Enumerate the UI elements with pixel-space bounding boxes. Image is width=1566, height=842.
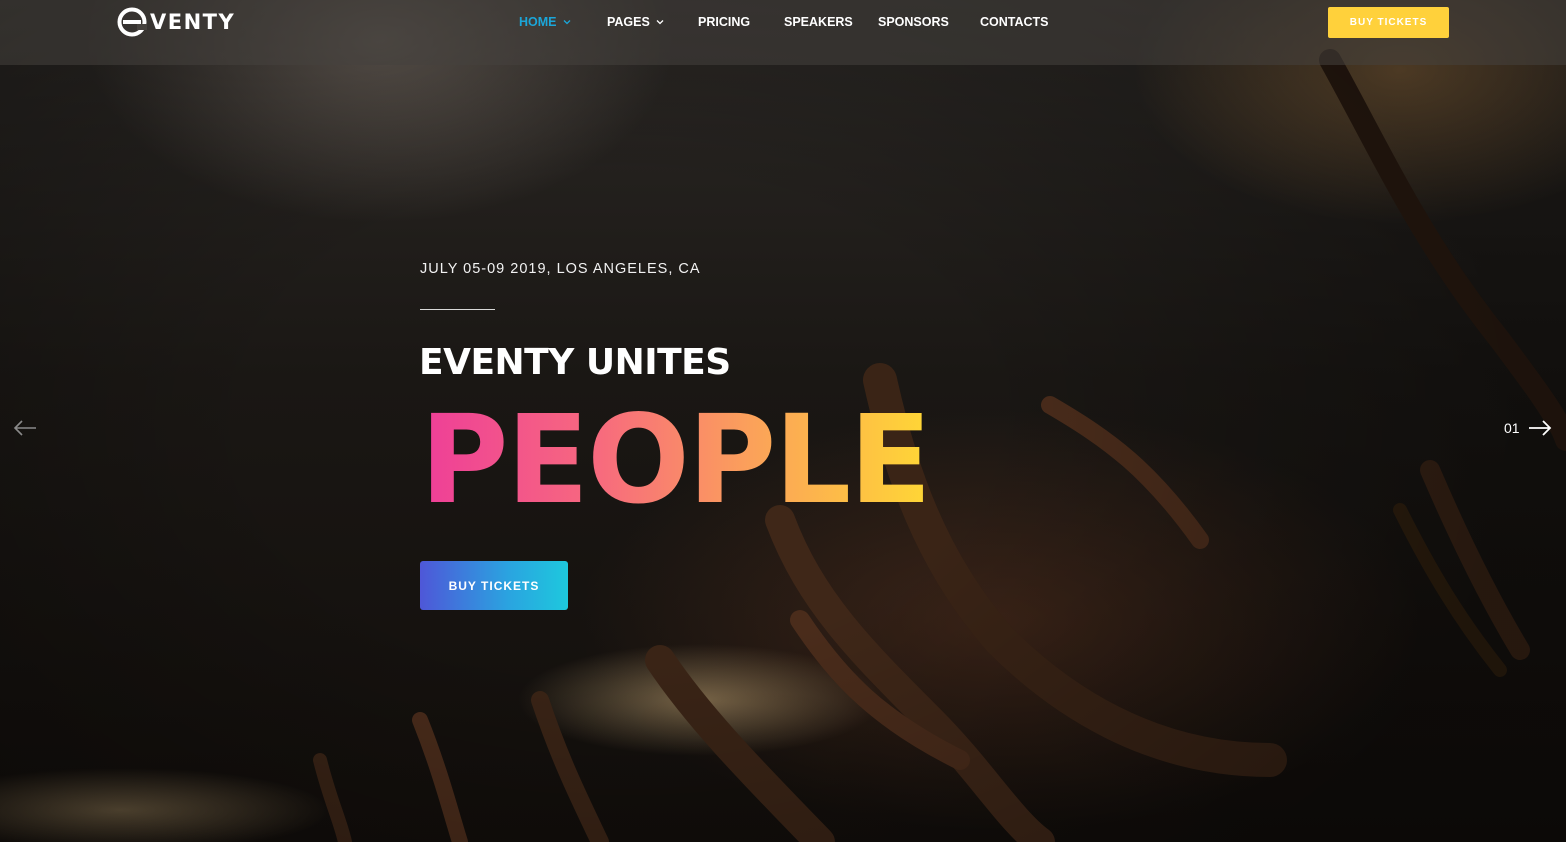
slide-number: 01 (1504, 420, 1520, 436)
nav-item-contacts[interactable]: CONTACTS (980, 15, 1049, 29)
arrow-left-icon[interactable] (12, 418, 38, 438)
chevron-down-icon (656, 20, 664, 25)
nav-item-pricing[interactable]: PRICING (698, 15, 750, 29)
nav-item-speakers[interactable]: SPEAKERS (784, 15, 853, 29)
nav-item-label: PRICING (698, 15, 751, 29)
hero-buy-tickets-button[interactable]: BUY TICKETS (420, 561, 568, 610)
nav-item-label: CONTACTS (980, 15, 1049, 29)
nav-item-label: SPONSORS (878, 15, 949, 29)
hero-headline: EVENTY UNITES (419, 342, 731, 383)
nav-item-sponsors[interactable]: SPONSORS (878, 15, 949, 29)
event-date: JULY 05-09 2019, LOS ANGELES, CA (420, 261, 701, 277)
chevron-down-icon (563, 20, 570, 25)
nav-item-home[interactable]: HOME (519, 15, 571, 29)
site-header: VENTY HOME PAGES PRICING SPEAKERS SPONSO… (0, 0, 1566, 65)
nav-item-label: SPEAKERS (784, 15, 853, 29)
arrow-right-icon[interactable] (1527, 418, 1553, 438)
hero-gradient-word: PEOPLE (420, 389, 932, 531)
nav-item-label: PAGES (607, 15, 650, 29)
divider-line (420, 309, 495, 310)
page: VENTY HOME PAGES PRICING SPEAKERS SPONSO… (0, 0, 1566, 842)
nav-item-pages[interactable]: PAGES (607, 15, 664, 29)
header-buy-tickets-button[interactable]: BUY TICKETS (1328, 7, 1449, 38)
nav-item-label: HOME (519, 15, 557, 29)
